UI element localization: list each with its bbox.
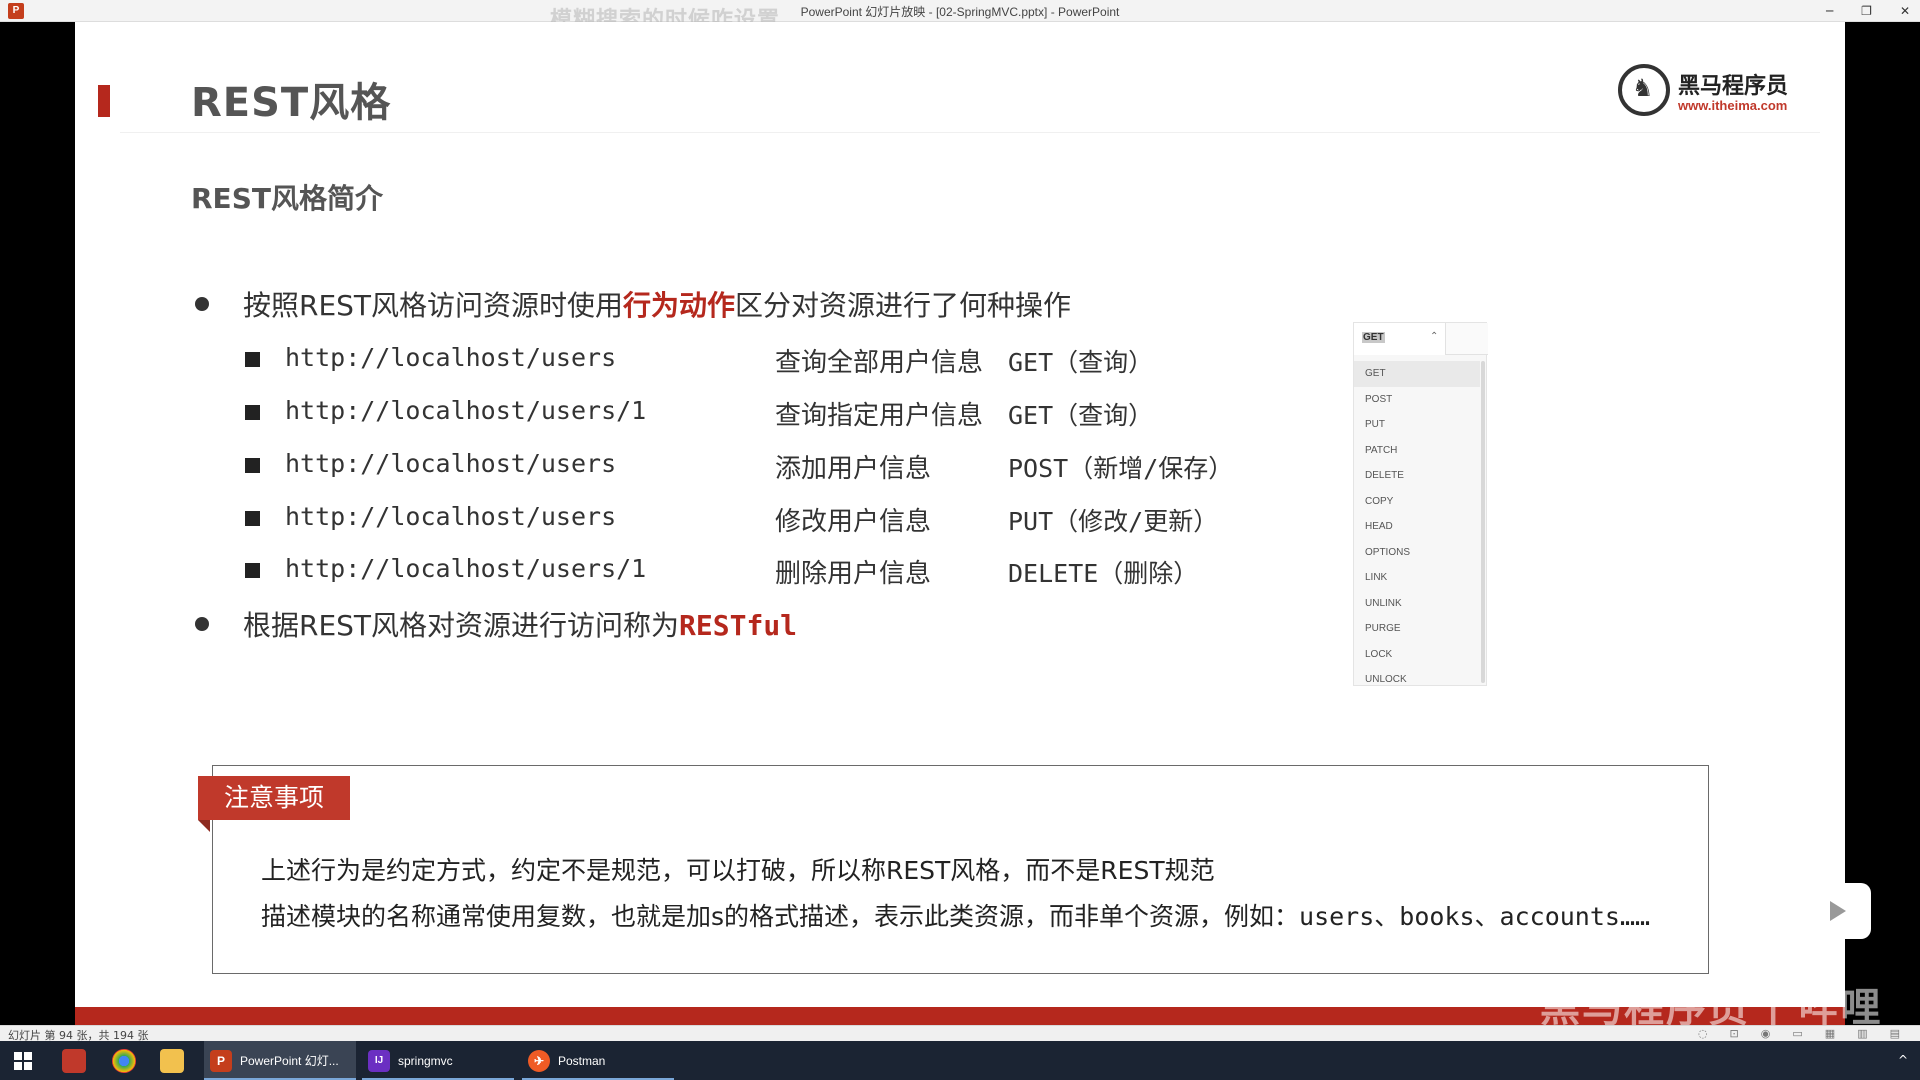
file-explorer-icon[interactable] bbox=[160, 1049, 184, 1073]
sorter-view-icon[interactable]: ▦ bbox=[1825, 1027, 1835, 1040]
note-tag: 注意事项 bbox=[198, 776, 350, 820]
square-bullet-icon bbox=[245, 405, 260, 420]
slide-canvas[interactable]: REST风格 ♞ 黑马程序员 www.itheima.com REST风格简介 … bbox=[75, 22, 1845, 1025]
intellij-icon: IJ bbox=[368, 1049, 390, 1072]
app-grid-icon[interactable] bbox=[62, 1049, 86, 1073]
row-description: 查询全部用户信息 bbox=[775, 348, 984, 378]
close-button[interactable]: ✕ bbox=[1900, 4, 1910, 18]
selected-method: GET bbox=[1362, 332, 1385, 343]
taskbar-app-powerpoint[interactable]: P PowerPoint 幻灯... bbox=[204, 1041, 356, 1080]
bullet-highlight: 行为动作 bbox=[623, 289, 736, 322]
taskbar-app-label: PowerPoint 幻灯... bbox=[240, 1054, 339, 1068]
bullet-behavior-actions: 按照REST风格访问资源时使用行为动作区分对资源进行了何种操作 bbox=[195, 284, 1071, 324]
method-option[interactable]: COPY bbox=[1354, 489, 1480, 515]
method-option[interactable]: LINK bbox=[1354, 565, 1480, 591]
row-description: 添加用户信息 bbox=[775, 454, 932, 484]
minimize-button[interactable]: ─ bbox=[1826, 4, 1833, 18]
method-option[interactable]: GET bbox=[1354, 361, 1480, 387]
window-title: PowerPoint 幻灯片放映 - [02-SpringMVC.pptx] -… bbox=[800, 5, 1120, 19]
restore-button[interactable]: ❐ bbox=[1861, 4, 1872, 18]
method-option[interactable]: UNLOCK bbox=[1354, 667, 1480, 693]
taskbar: P PowerPoint 幻灯... IJ springmvc ✈ Postma… bbox=[0, 1041, 1920, 1080]
row-url: http://localhost/users bbox=[285, 449, 617, 478]
horse-glyph-icon: ♞ bbox=[1632, 74, 1654, 102]
method-select[interactable]: GET ⌃ bbox=[1354, 323, 1446, 355]
logo-name: 黑马程序员 bbox=[1678, 74, 1789, 99]
method-option[interactable]: PUT bbox=[1354, 412, 1480, 438]
square-bullet-icon bbox=[245, 563, 260, 578]
bullet-highlight: RESTful bbox=[679, 609, 798, 642]
play-icon bbox=[1830, 901, 1846, 921]
slideshow-icon[interactable]: ▤ bbox=[1890, 1027, 1900, 1040]
tray-chevron-icon[interactable]: ^ bbox=[1898, 1053, 1908, 1067]
row-method: PUT（修改/更新） bbox=[1008, 507, 1219, 536]
row-description: 删除用户信息 bbox=[775, 559, 932, 589]
method-option[interactable]: OPTIONS bbox=[1354, 540, 1480, 566]
dropdown-header: GET ⌃ bbox=[1354, 323, 1488, 355]
note-line-2: 描述模块的名称通常使用复数，也就是加s的格式描述，表示此类资源，而非单个资源，例… bbox=[261, 897, 1650, 933]
note-line-1: 上述行为是约定方式，约定不是规范，可以打破，所以称REST风格，而不是REST规… bbox=[261, 856, 1215, 885]
row-url: http://localhost/users bbox=[285, 502, 617, 531]
postman-icon: ✈ bbox=[528, 1049, 550, 1072]
row-method: GET（查询） bbox=[1008, 348, 1154, 377]
bullet-dot-icon bbox=[195, 617, 209, 631]
chevron-up-icon: ⌃ bbox=[1430, 331, 1439, 342]
status-bar: 幻灯片 第 94 张，共 194 张 ◌ ⊡ ◉ ▭ ▦ ▥ ▤ bbox=[0, 1025, 1920, 1042]
bullet-dot-icon bbox=[195, 297, 209, 311]
row-url: http://localhost/users bbox=[285, 343, 617, 372]
slide-title: REST风格 bbox=[191, 80, 392, 126]
row-url: http://localhost/users/1 bbox=[285, 396, 647, 425]
reading-view-icon[interactable]: ▥ bbox=[1857, 1027, 1867, 1040]
row-method: DELETE（删除） bbox=[1008, 559, 1199, 588]
row-method: GET（查询） bbox=[1008, 401, 1154, 430]
method-option[interactable]: PATCH bbox=[1354, 438, 1480, 464]
powerpoint-icon: P bbox=[210, 1049, 232, 1072]
windows-start-icon[interactable] bbox=[14, 1052, 32, 1070]
row-description: 查询指定用户信息 bbox=[775, 401, 984, 431]
method-option[interactable]: PURGE bbox=[1354, 616, 1480, 642]
play-icon[interactable]: ◉ bbox=[1761, 1027, 1771, 1040]
pointer-icon[interactable]: ⊡ bbox=[1730, 1027, 1739, 1040]
row-method: POST（新增/保存） bbox=[1008, 454, 1234, 483]
taskbar-app-label: springmvc bbox=[398, 1053, 453, 1068]
method-option[interactable]: POST bbox=[1354, 387, 1480, 413]
bullet-text: 根据REST风格对资源进行访问称为 bbox=[243, 609, 680, 642]
row-description: 修改用户信息 bbox=[775, 507, 932, 537]
chrome-icon[interactable] bbox=[112, 1049, 136, 1073]
bilibili-play-button[interactable] bbox=[1803, 883, 1871, 939]
dropdown-scrollbar[interactable] bbox=[1481, 361, 1485, 683]
method-option[interactable]: LOCK bbox=[1354, 642, 1480, 668]
note-tag-fold bbox=[198, 820, 210, 832]
method-option[interactable]: UNLINK bbox=[1354, 591, 1480, 617]
title-divider bbox=[120, 132, 1820, 133]
square-bullet-icon bbox=[245, 511, 260, 526]
title-accent-bar bbox=[98, 85, 110, 117]
taskbar-app-postman[interactable]: ✈ Postman bbox=[522, 1041, 674, 1080]
itheima-logo: ♞ 黑马程序员 www.itheima.com bbox=[1618, 62, 1808, 122]
note-examples: users、books、accounts…… bbox=[1299, 902, 1651, 931]
taskbar-app-label: Postman bbox=[558, 1053, 606, 1068]
pen-icon[interactable]: ◌ bbox=[1698, 1027, 1708, 1040]
bullet-text: 区分对资源进行了何种操作 bbox=[735, 289, 1072, 322]
taskbar-app-intellij[interactable]: IJ springmvc bbox=[362, 1041, 514, 1080]
normal-view-icon[interactable]: ▭ bbox=[1792, 1027, 1802, 1040]
method-option[interactable]: HEAD bbox=[1354, 514, 1480, 540]
bullet-text: 按照REST风格访问资源时使用 bbox=[243, 289, 624, 322]
section-subtitle: REST风格简介 bbox=[191, 182, 383, 215]
square-bullet-icon bbox=[245, 458, 260, 473]
square-bullet-icon bbox=[245, 352, 260, 367]
window-title-bar: P PowerPoint 幻灯片放映 - [02-SpringMVC.pptx]… bbox=[0, 0, 1920, 33]
method-options-list: GET POST PUT PATCH DELETE COPY HEAD OPTI… bbox=[1354, 361, 1480, 693]
logo-url: www.itheima.com bbox=[1678, 98, 1788, 113]
bullet-restful: 根据REST风格对资源进行访问称为RESTful bbox=[195, 604, 797, 644]
method-option[interactable]: DELETE bbox=[1354, 463, 1480, 489]
row-url: http://localhost/users/1 bbox=[285, 554, 647, 583]
note-text: 描述模块的名称通常使用复数，也就是加s的格式描述，表示此类资源，而非单个资源，例… bbox=[261, 902, 1300, 931]
http-method-dropdown[interactable]: GET ⌃ GET POST PUT PATCH DELETE COPY HEA… bbox=[1353, 322, 1488, 686]
